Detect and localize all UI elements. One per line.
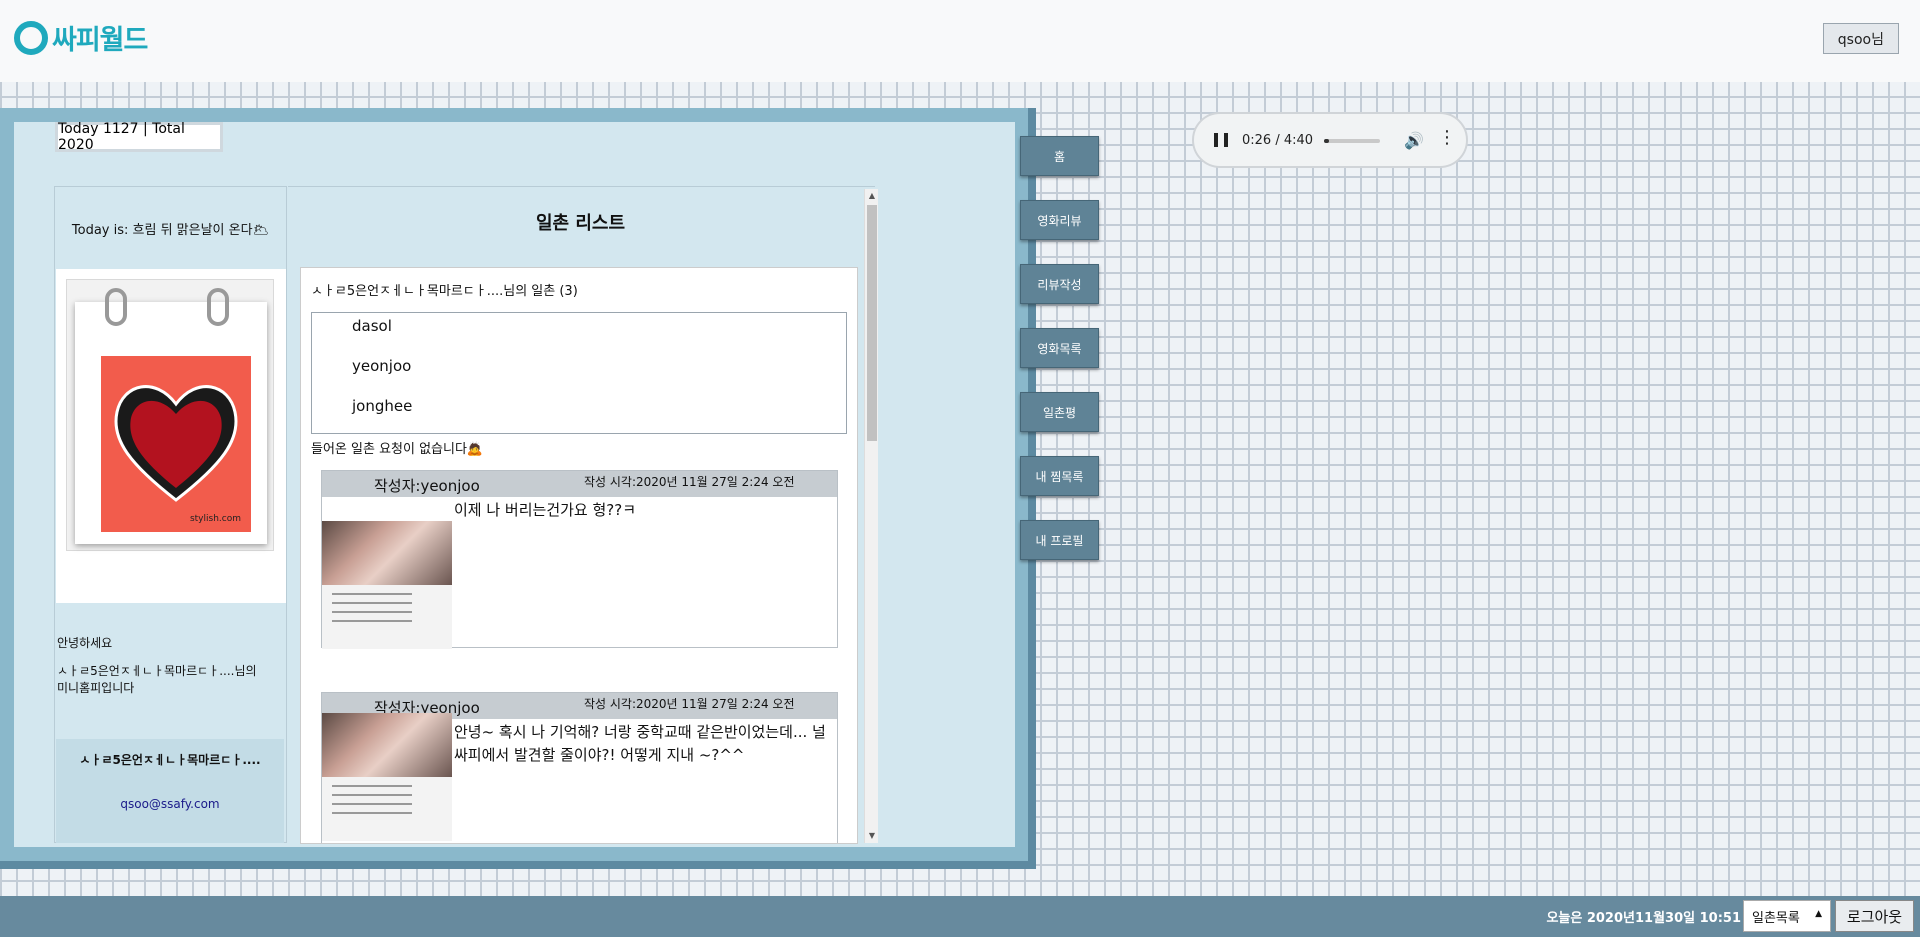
- post-time: 작성 시각:2020년 11월 27일 2:24 오전: [584, 697, 795, 711]
- photo-calendar-page: stylish.com: [75, 302, 267, 544]
- caret-up-icon: ▲: [1815, 909, 1822, 919]
- content-scrollbar[interactable]: ▲ ▼: [864, 189, 878, 843]
- photo-background: stylish.com: [101, 356, 251, 532]
- profile-photo-area: stylish.com: [56, 269, 286, 603]
- page-select[interactable]: 일촌목록 ▲: [1743, 900, 1831, 932]
- audio-player: 0:26 / 4:40 🔊 ⋮: [1192, 112, 1468, 168]
- profile-sidebar: Today is: 흐림 뒤 맑은날이 온다🌥 stylish.com 안녕하세…: [54, 186, 287, 843]
- friend-count-header: ㅅㅏㄹ5은언ㅈㅔㄴㅏ목마르ㄷㅏ....님의 일촌 (3): [311, 284, 578, 299]
- owner-email[interactable]: qsoo@ssafy.com: [56, 797, 284, 811]
- greeting-subtext: ㅅㅏㄹ5은언ㅈㅔㄴㅏ목마르ㄷㅏ....님의 미니홈피입니다: [57, 664, 257, 695]
- friend-item[interactable]: dasol: [352, 317, 392, 335]
- footer: 오늘은 2020년11월30일 10:51 일촌목록 ▲ 로그아웃: [0, 896, 1920, 937]
- post-photo: [322, 521, 452, 585]
- post-text: 안녕~ 혹시 나 기억해? 너랑 중학교때 같은반이었는데... 널 싸피에서 …: [454, 723, 826, 764]
- scroll-down-icon[interactable]: ▼: [865, 829, 879, 843]
- friend-item[interactable]: jonghee: [352, 397, 412, 415]
- tab-home[interactable]: 홈: [1020, 136, 1099, 176]
- volume-icon[interactable]: 🔊: [1404, 131, 1424, 150]
- greeting-text: 안녕하세요: [57, 636, 113, 650]
- post-time: 작성 시각:2020년 11월 27일 2:24 오전: [584, 475, 795, 489]
- guestbook-post: 작성자:yeonjoo 작성 시각:2020년 11월 27일 2:24 오전 …: [321, 470, 838, 649]
- no-requests-text: 들어온 일촌 요청이 없습니다🙇: [311, 442, 484, 457]
- logout-button[interactable]: 로그아웃: [1835, 900, 1914, 932]
- friend-list: dasol yeonjoo jonghee: [311, 312, 847, 434]
- binder-ring-icon: [207, 288, 229, 326]
- scroll-up-icon[interactable]: ▲: [865, 189, 879, 203]
- owner-name: ㅅㅏㄹ5은언ㅈㅔㄴㅏ목마르ㄷㅏ....: [79, 753, 261, 767]
- more-vertical-icon[interactable]: ⋮: [1438, 128, 1456, 148]
- audio-progress-fill: [1324, 139, 1330, 143]
- photo-brand-text: stylish.com: [189, 514, 241, 524]
- minihompy-frame: Today 1127 | Total 2020 Today is: 흐림 뒤 맑…: [0, 108, 1099, 869]
- content-area: 일촌 리스트 ㅅㅏㄹ5은언ㅈㅔㄴㅏ목마르ㄷㅏ....님의 일촌 (3) daso…: [288, 186, 878, 844]
- today-is-status: Today is: 흐림 뒤 맑은날이 온다🌥: [71, 222, 270, 238]
- owner-card: ㅅㅏㄹ5은언ㅈㅔㄴㅏ목마르ㄷㅏ.... qsoo@ssafy.com: [56, 739, 284, 843]
- post-author: 작성자:yeonjoo: [374, 477, 480, 495]
- post-image-caption: [332, 593, 412, 629]
- tab-my-favorites[interactable]: 내 찜목록: [1020, 456, 1099, 496]
- logo-ring-icon: [14, 20, 48, 55]
- tab-movie-list[interactable]: 영화목록: [1020, 328, 1099, 368]
- post-image: [322, 521, 452, 649]
- logo[interactable]: 싸피월드: [14, 18, 148, 57]
- audio-progress[interactable]: [1324, 139, 1380, 143]
- profile-photo: stylish.com: [66, 279, 274, 551]
- tab-write-review[interactable]: 리뷰작성: [1020, 264, 1099, 304]
- scroll-thumb[interactable]: [867, 205, 877, 441]
- footer-date: 오늘은 2020년11월30일 10:51: [1546, 911, 1741, 926]
- guestbook-post: 작성자:yeonjoo 작성 시각:2020년 11월 27일 2:24 오전 …: [321, 692, 838, 843]
- page-select-value: 일촌목록: [1752, 910, 1800, 926]
- post-image-caption: [332, 785, 412, 821]
- friend-panel: ㅅㅏㄹ5은언ㅈㅔㄴㅏ목마르ㄷㅏ....님의 일촌 (3) dasol yeonj…: [300, 267, 858, 844]
- user-button[interactable]: qsoo님: [1822, 23, 1899, 54]
- post-image: [322, 713, 452, 841]
- post-photo: [322, 713, 452, 777]
- heart-icon: [114, 385, 238, 502]
- visitor-counter: Today 1127 | Total 2020: [55, 121, 223, 153]
- post-text: 이제 나 버리는건가요 형??ㅋ: [454, 501, 637, 519]
- tab-my-profile[interactable]: 내 프로필: [1020, 520, 1099, 560]
- header: 싸피월드 qsoo님: [0, 0, 1920, 82]
- page-title: 일촌 리스트: [535, 213, 626, 234]
- tab-friend-comments[interactable]: 일촌평: [1020, 392, 1099, 432]
- audio-time: 0:26 / 4:40: [1242, 132, 1314, 148]
- post-header: 작성자:yeonjoo 작성 시각:2020년 11월 27일 2:24 오전: [322, 471, 837, 497]
- minihompy-inner: Today 1127 | Total 2020 Today is: 흐림 뒤 맑…: [14, 121, 1015, 847]
- logo-text: 싸피월드: [52, 25, 148, 56]
- tab-movie-review[interactable]: 영화리뷰: [1020, 200, 1099, 240]
- pause-icon[interactable]: [1214, 133, 1228, 147]
- friend-item[interactable]: yeonjoo: [352, 357, 411, 375]
- binder-ring-icon: [105, 288, 127, 326]
